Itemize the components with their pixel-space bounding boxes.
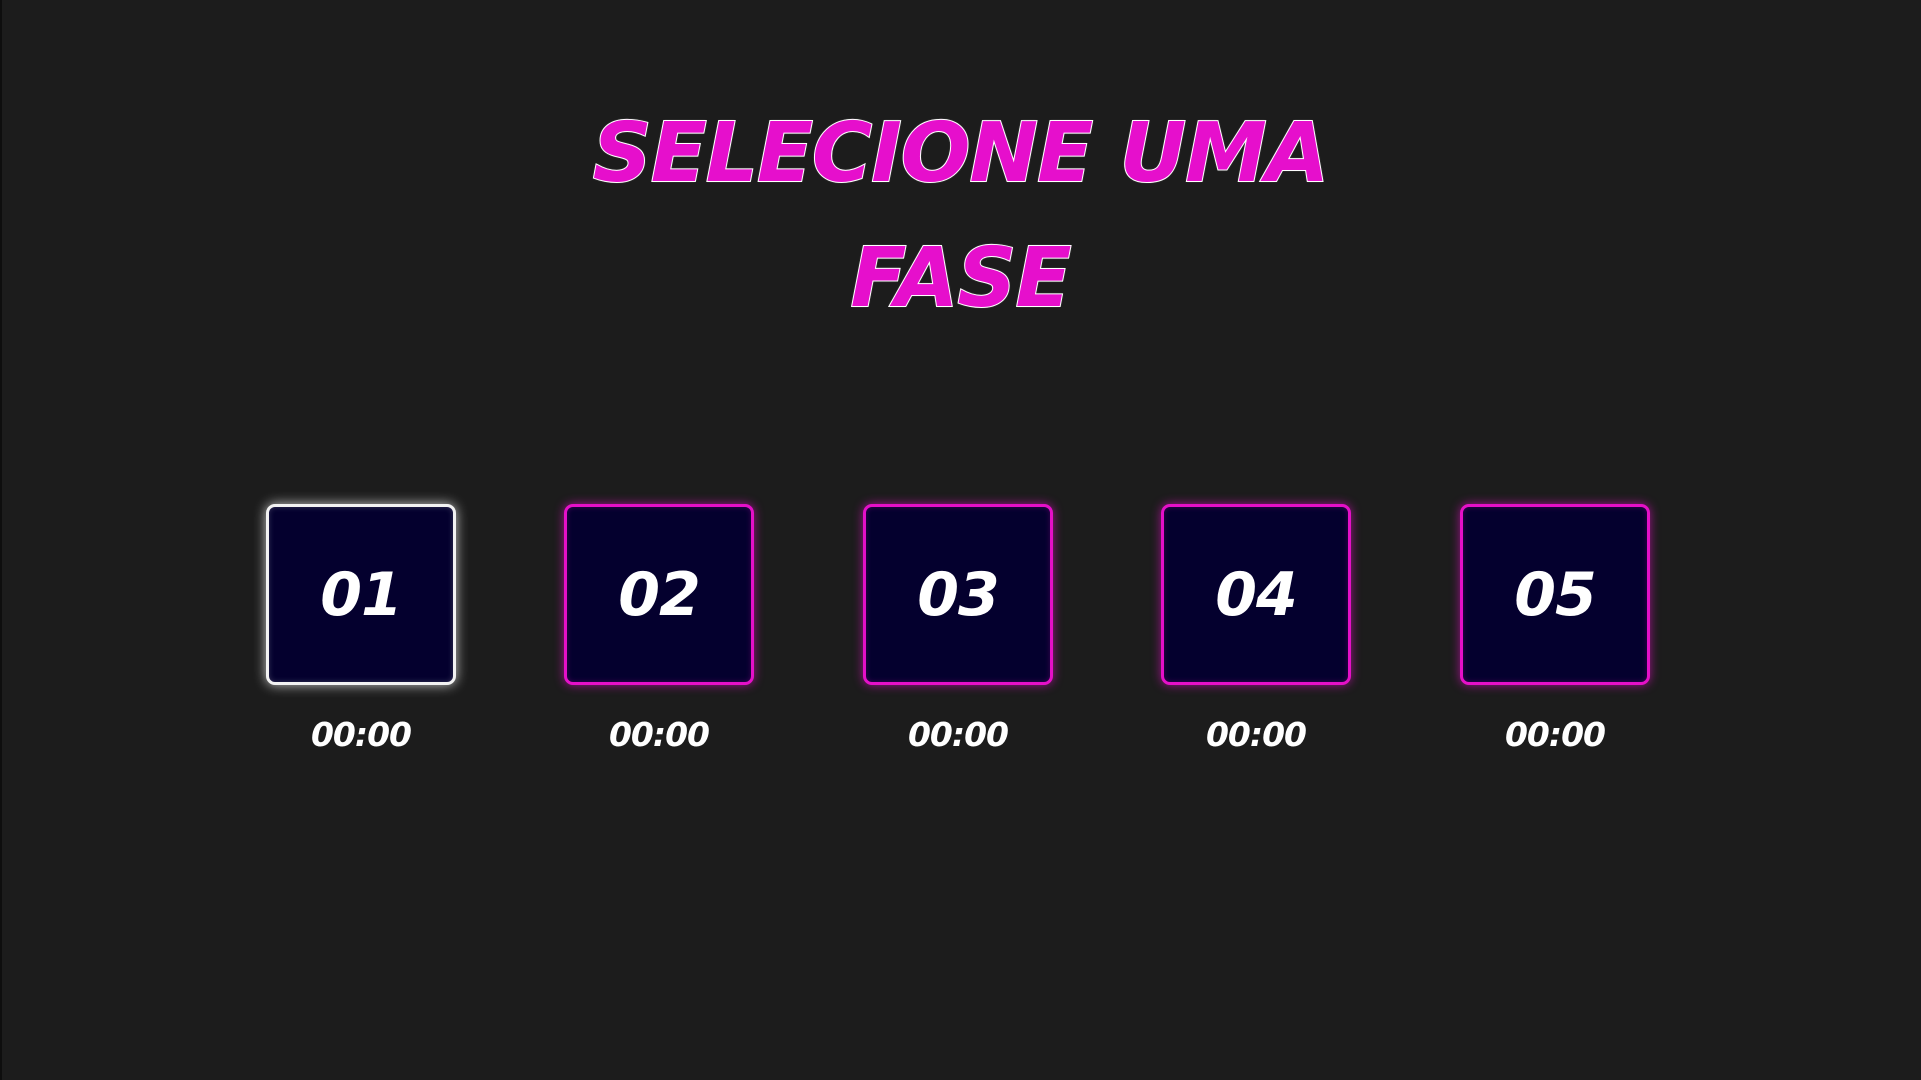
level-card-04: 04 00:00: [1161, 504, 1355, 754]
level-number: 03: [917, 559, 999, 630]
level-button-03[interactable]: 03: [863, 504, 1053, 685]
level-best-time: 00:00: [1504, 715, 1606, 754]
level-number: 04: [1215, 559, 1297, 630]
level-card-03: 03 00:00: [863, 504, 1057, 754]
level-button-04[interactable]: 04: [1161, 504, 1351, 685]
level-best-time: 00:00: [608, 715, 710, 754]
level-best-time: 00:00: [310, 715, 412, 754]
level-number: 01: [320, 559, 402, 630]
level-number: 05: [1514, 559, 1596, 630]
level-button-02[interactable]: 02: [564, 504, 754, 685]
level-card-02: 02 00:00: [564, 504, 758, 754]
level-card-05: 05 00:00: [1460, 504, 1654, 754]
level-select-grid: 01 00:00 02 00:00 03 00:00 04 00:00 05 0…: [0, 0, 1921, 1080]
level-best-time: 00:00: [1205, 715, 1307, 754]
level-card-01: 01 00:00: [266, 504, 460, 754]
level-best-time: 00:00: [907, 715, 1009, 754]
level-button-01[interactable]: 01: [266, 504, 456, 685]
level-number: 02: [618, 559, 700, 630]
level-button-05[interactable]: 05: [1460, 504, 1650, 685]
